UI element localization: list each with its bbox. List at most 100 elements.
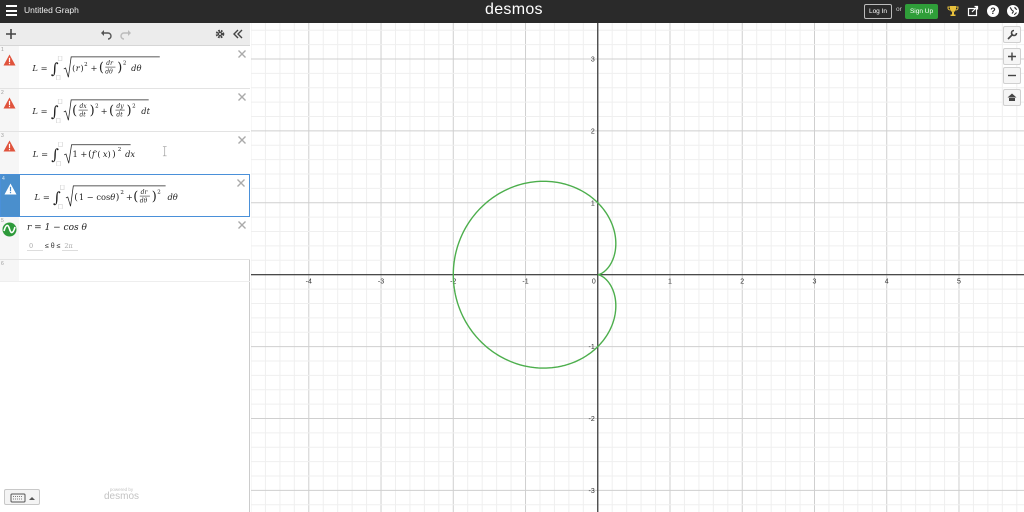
svg-text:dt: dt bbox=[141, 106, 150, 116]
svg-text:dr: dr bbox=[141, 189, 149, 196]
warning-icon[interactable] bbox=[4, 183, 17, 195]
svg-text:=: = bbox=[41, 149, 48, 159]
trophy-icon[interactable] bbox=[946, 4, 960, 18]
svg-text:): ) bbox=[108, 149, 111, 159]
svg-text:(: ( bbox=[133, 190, 138, 205]
svg-text:2: 2 bbox=[118, 147, 122, 153]
zoom-out-button[interactable] bbox=[1003, 67, 1021, 84]
expression-gutter: 6 bbox=[0, 260, 19, 281]
theta-max-input[interactable]: 2π bbox=[62, 242, 79, 251]
cardioid-arc-length-formula[interactable]: L = ∫ ( 1 − cos θ ) 2 + ( dr dθ ) 2 dθ bbox=[28, 185, 198, 209]
svg-text:): ) bbox=[112, 149, 116, 160]
expression-index: 1 bbox=[1, 47, 4, 53]
default-viewport-button[interactable] bbox=[1003, 89, 1021, 106]
svg-text:dr: dr bbox=[106, 60, 114, 67]
y-tick-label: 3 bbox=[591, 56, 595, 63]
expression-gutter: 2 bbox=[0, 89, 19, 131]
expression-row[interactable]: 1 L = ∫ (r) 2 + ( dr dθ ) 2 dθ bbox=[0, 46, 250, 89]
expression-gutter: 3 bbox=[0, 132, 19, 174]
expression-gutter: 1 bbox=[0, 46, 19, 88]
help-icon[interactable]: ? bbox=[986, 4, 1000, 18]
share-icon[interactable] bbox=[966, 4, 980, 18]
svg-text:=: = bbox=[41, 106, 48, 116]
add-expression-icon[interactable] bbox=[5, 28, 17, 40]
expression-row[interactable]: 5 r = 1 − cos θ 0 ≤ θ ≤ 2π bbox=[0, 217, 250, 260]
x-tick-label: 2 bbox=[740, 279, 744, 286]
delete-expression-icon[interactable] bbox=[237, 220, 247, 230]
graph-canvas[interactable]: -4 -3 -2 -1 0 1 2 3 4 5321-1-2-3 bbox=[251, 23, 1024, 512]
menu-icon[interactable] bbox=[6, 5, 17, 17]
svg-text:=: = bbox=[43, 192, 50, 202]
settings-gear-icon[interactable] bbox=[214, 28, 226, 40]
expression-index: 2 bbox=[1, 90, 4, 96]
graph-settings-button[interactable] bbox=[1003, 26, 1021, 43]
svg-text:′(: ′( bbox=[96, 149, 101, 159]
warning-icon[interactable] bbox=[3, 54, 16, 66]
svg-text:): ) bbox=[152, 190, 157, 205]
desmos-logo: desmos bbox=[485, 1, 543, 18]
powered-by-desmos: powered by desmos bbox=[104, 487, 139, 502]
svg-text:2: 2 bbox=[123, 60, 127, 66]
x-tick-label: 4 bbox=[885, 279, 889, 286]
arc-length-cartesian-formula[interactable]: L = ∫ 1 + ( f ′( x) ) 2 dx bbox=[27, 142, 177, 166]
keypad-toggle-button[interactable] bbox=[4, 489, 40, 505]
svg-text:+: + bbox=[126, 192, 133, 202]
svg-text:dθ: dθ bbox=[167, 192, 177, 202]
svg-text:2: 2 bbox=[157, 189, 161, 195]
zoom-in-button[interactable] bbox=[1003, 48, 1021, 65]
svg-text:(: ( bbox=[74, 192, 78, 203]
curve-color-icon[interactable] bbox=[2, 222, 17, 237]
x-tick-label: 0 bbox=[592, 279, 596, 286]
theta-range-label: ≤ θ ≤ bbox=[44, 243, 61, 250]
graph-title[interactable]: Untitled Graph bbox=[24, 5, 79, 15]
svg-text:dt: dt bbox=[116, 112, 123, 119]
svg-text:dθ: dθ bbox=[140, 198, 148, 205]
expression-row-selected[interactable]: 4 L = ∫ ( 1 − cos θ ) 2 + ( dr dθ) 2 dθ bbox=[0, 174, 250, 217]
expression-gutter: 5 bbox=[0, 217, 19, 259]
powered-by-brand: desmos bbox=[104, 491, 140, 502]
delete-expression-icon[interactable] bbox=[237, 135, 247, 145]
minus-icon bbox=[1008, 74, 1016, 77]
arc-length-polar-formula[interactable]: L = ∫ (r) 2 + ( dr dθ ) 2 dθ bbox=[27, 56, 167, 80]
collapse-list-icon[interactable] bbox=[232, 28, 244, 40]
svg-text:(: ( bbox=[72, 63, 75, 73]
svg-text:∫: ∫ bbox=[51, 61, 59, 78]
x-tick-label: -3 bbox=[378, 279, 384, 286]
svg-text:L: L bbox=[32, 149, 39, 159]
signup-button[interactable]: Sign Up bbox=[905, 4, 938, 19]
warning-icon[interactable] bbox=[3, 97, 16, 109]
graph-paper[interactable]: -4 -3 -2 -1 0 1 2 3 4 5 3 2 1 -1 -2 -3 bbox=[251, 23, 1024, 512]
expression-index: 6 bbox=[1, 261, 4, 267]
expression-row[interactable]: 2 L = ∫ ( dx dt ) 2 + ( dy dt) 2 dt bbox=[0, 89, 250, 132]
undo-icon[interactable] bbox=[100, 28, 112, 40]
expression-toolbar bbox=[0, 23, 250, 46]
svg-text:): ) bbox=[116, 192, 120, 203]
svg-text:2: 2 bbox=[120, 190, 124, 196]
svg-text:dθ: dθ bbox=[131, 63, 141, 73]
new-expression-row[interactable]: 6 bbox=[0, 260, 250, 282]
x-tick-label: -1 bbox=[522, 279, 528, 286]
y-tick-label: -3 bbox=[589, 488, 595, 495]
theta-min-input[interactable]: 0 bbox=[27, 242, 43, 251]
svg-text:θ: θ bbox=[110, 192, 115, 202]
or-label: or bbox=[896, 6, 902, 13]
arc-length-parametric-formula[interactable]: L = ∫ ( dx dt ) 2 + ( dy dt ) 2 dt bbox=[27, 99, 167, 123]
redo-icon[interactable] bbox=[120, 28, 132, 40]
polar-equation[interactable]: r = 1 − cos θ bbox=[27, 223, 87, 233]
x-tick-label: 3 bbox=[813, 279, 817, 286]
svg-text:2: 2 bbox=[132, 103, 136, 109]
globe-icon[interactable] bbox=[1006, 4, 1020, 18]
svg-text:dx: dx bbox=[125, 149, 135, 159]
delete-expression-icon[interactable] bbox=[236, 178, 246, 188]
x-tick-label: 1 bbox=[668, 279, 672, 286]
svg-text:(: ( bbox=[109, 104, 114, 119]
svg-text:∫: ∫ bbox=[51, 147, 59, 164]
theta-domain: 0 ≤ θ ≤ 2π bbox=[27, 242, 79, 251]
delete-expression-icon[interactable] bbox=[237, 92, 247, 102]
delete-expression-icon[interactable] bbox=[237, 49, 247, 59]
svg-text:=: = bbox=[41, 63, 48, 73]
login-button[interactable]: Log In bbox=[864, 4, 892, 19]
expression-row[interactable]: 3 L = ∫ 1 + ( f ′( x) ) 2 dx bbox=[0, 132, 250, 175]
svg-text:1 − cos: 1 − cos bbox=[79, 192, 110, 202]
warning-icon[interactable] bbox=[3, 140, 16, 152]
